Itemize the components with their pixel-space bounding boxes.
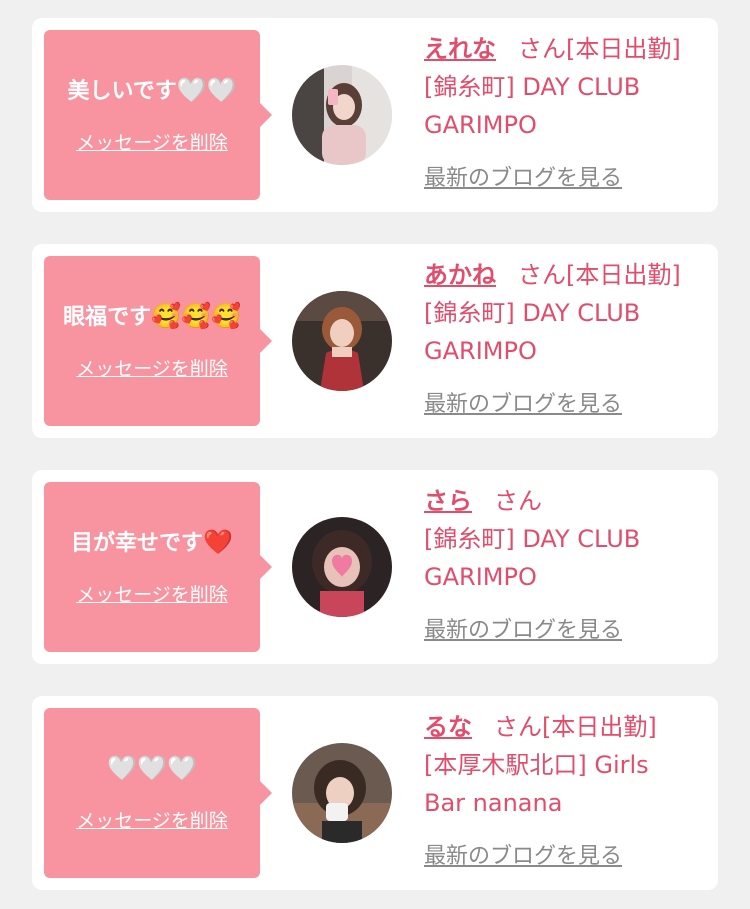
message-text: 眼福です🥰🥰🥰 <box>44 301 260 333</box>
cast-name-link[interactable]: さら <box>424 487 472 515</box>
shop-name-line2: GARIMPO <box>424 337 537 365</box>
cast-info: あかね さん[本日出勤] [錦糸町] DAY CLUB GARIMPO 最新のブロ… <box>424 256 714 417</box>
avatar[interactable] <box>292 65 392 165</box>
shop-name-line2: Bar nanana <box>424 789 563 817</box>
message-text: 美しいです🤍🤍 <box>44 75 260 107</box>
cast-name-link[interactable]: るな <box>424 713 472 741</box>
delete-message-link[interactable]: メッセージを削除 <box>44 806 260 833</box>
shop-name-line1: [本厚木駅北口] Girls <box>424 751 649 779</box>
cast-suffix: さん[本日出勤] <box>518 35 681 63</box>
shop-name-line1: [錦糸町] DAY CLUB <box>424 525 641 553</box>
shop-name-line2: GARIMPO <box>424 563 537 591</box>
message-card: 目が幸せです❤️ メッセージを削除 さら さん [錦糸町] DAY CLUB GA… <box>32 470 718 664</box>
avatar[interactable] <box>292 743 392 843</box>
latest-blog-link[interactable]: 最新のブログを見る <box>424 386 622 418</box>
cast-info: えれな さん[本日出勤] [錦糸町] DAY CLUB GARIMPO 最新のブロ… <box>424 30 714 191</box>
cast-info: るな さん[本日出勤] [本厚木駅北口] Girls Bar nanana 最新の… <box>424 708 714 869</box>
delete-message-link[interactable]: メッセージを削除 <box>44 354 260 381</box>
cast-name-link[interactable]: えれな <box>424 35 496 63</box>
avatar[interactable] <box>292 517 392 617</box>
message-label: 目が幸せです <box>71 531 204 556</box>
message-label: 美しいです <box>67 79 177 104</box>
red-heart-icon: ❤️ <box>203 528 233 556</box>
cast-name-link[interactable]: あかね <box>424 261 496 289</box>
shop-name-line1: [錦糸町] DAY CLUB <box>424 299 641 327</box>
white-heart-icon: 🤍🤍🤍 <box>107 754 197 782</box>
message-bubble: 🤍🤍🤍 メッセージを削除 <box>44 708 272 878</box>
latest-blog-link[interactable]: 最新のブログを見る <box>424 612 622 644</box>
message-text: 目が幸せです❤️ <box>44 527 260 559</box>
cast-suffix: さん[本日出勤] <box>494 713 657 741</box>
message-card: 美しいです🤍🤍 メッセージを削除 えれな さん[本日出勤] [錦糸町] DAY C… <box>32 18 718 212</box>
avatar[interactable] <box>292 291 392 391</box>
cast-suffix: さん <box>494 487 542 515</box>
shop-name-line2: GARIMPO <box>424 111 537 139</box>
latest-blog-link[interactable]: 最新のブログを見る <box>424 838 622 870</box>
shop-name-line1: [錦糸町] DAY CLUB <box>424 73 641 101</box>
message-bubble: 眼福です🥰🥰🥰 メッセージを削除 <box>44 256 272 426</box>
delete-message-link[interactable]: メッセージを削除 <box>44 128 260 155</box>
message-card: 眼福です🥰🥰🥰 メッセージを削除 あかね さん[本日出勤] [錦糸町] DAY C… <box>32 244 718 438</box>
cast-suffix: さん[本日出勤] <box>518 261 681 289</box>
message-bubble: 美しいです🤍🤍 メッセージを削除 <box>44 30 272 200</box>
message-text: 🤍🤍🤍 <box>44 753 260 785</box>
white-heart-icon: 🤍🤍 <box>176 76 237 104</box>
smiling-face-with-hearts-icon: 🥰🥰🥰 <box>151 302 241 330</box>
message-bubble: 目が幸せです❤️ メッセージを削除 <box>44 482 272 652</box>
cast-info: さら さん [錦糸町] DAY CLUB GARIMPO 最新のブログを見る <box>424 482 714 643</box>
message-label: 眼福です <box>63 305 152 330</box>
message-card: 🤍🤍🤍 メッセージを削除 るな さん[本日出勤] [本厚木駅北口] Girls B… <box>32 696 718 890</box>
delete-message-link[interactable]: メッセージを削除 <box>44 580 260 607</box>
latest-blog-link[interactable]: 最新のブログを見る <box>424 160 622 192</box>
